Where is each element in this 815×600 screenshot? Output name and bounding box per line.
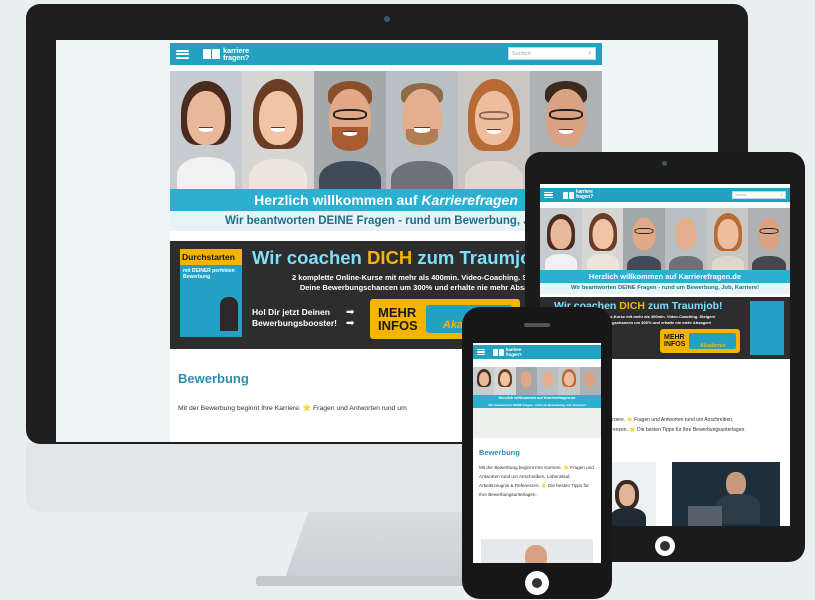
- tagline-text: Wir beantworten DEINE Fragen - rund um B…: [225, 215, 547, 227]
- hamburger-menu-icon[interactable]: [477, 349, 485, 355]
- headline-prefix: Wir coachen: [252, 247, 367, 268]
- monitor-stand: [283, 512, 491, 584]
- portrait-man-smiling: [386, 71, 458, 189]
- phone-site-header: karriere fragen?: [473, 345, 601, 359]
- person-thumbnail-icon: [220, 297, 238, 331]
- welcome-brand: Karrierefragen: [421, 192, 518, 208]
- book-logo-icon: [493, 348, 504, 356]
- button-line-2: INFOS: [378, 318, 418, 333]
- welcome-banner: Herzlich willkommen auf Karrierefragen.d…: [540, 270, 790, 283]
- logo-line-2: fragen?: [506, 352, 522, 357]
- tagline-banner: Wir beantworten DEINE Fragen - rund um B…: [473, 402, 601, 408]
- portrait-man-smiling: [536, 367, 559, 395]
- portrait-woman-glasses: [558, 367, 580, 395]
- booklet-subtitle: mit DEINER perfekten Bewerbung: [183, 268, 235, 280]
- portrait-man-glasses-beard: [314, 71, 386, 189]
- portrait-woman-2: [242, 71, 314, 189]
- welcome-prefix: Herzlich willkommen auf: [254, 192, 422, 208]
- tablet-camera: [662, 161, 667, 166]
- phone-home-button[interactable]: [525, 571, 549, 595]
- search-input[interactable]: Suchen ⌕: [732, 191, 786, 199]
- search-input[interactable]: Suchen ⌕: [508, 47, 596, 60]
- hero-portraits: [540, 208, 790, 270]
- section-title-bewerbung: Bewerbung: [479, 448, 520, 457]
- portrait-woman-2: [494, 367, 516, 395]
- headline-suffix: zum Traumjob!: [644, 300, 723, 312]
- phone-frame: karriere fragen? Herzlich willkommen auf…: [462, 307, 612, 599]
- portrait-woman-2: [581, 208, 624, 270]
- tablet-home-button[interactable]: [655, 536, 675, 556]
- portrait-woman-1: [170, 71, 242, 189]
- welcome-text: Herzlich willkommen auf Karrierefragen.d…: [588, 272, 742, 281]
- tagline-banner: Wir beantworten DEINE Fragen - rund um B…: [540, 283, 790, 294]
- booster-cta-text: Hol Dir jetzt Deinen Bewerbungsbooster!: [252, 307, 337, 329]
- headline-emphasis: DICH: [366, 247, 413, 268]
- portrait-man-glasses-beard: [515, 367, 537, 395]
- portrait-woman-glasses: [706, 208, 749, 270]
- portrait-man-glasses: [748, 208, 790, 270]
- tagline-text: Wir beantworten DEINE Fragen - rund um B…: [488, 403, 586, 407]
- logo-line-2: fragen?: [576, 194, 593, 200]
- mehr-infos-button[interactable]: MEHR INFOS Akademie: [660, 329, 740, 353]
- site-logo[interactable]: karriere fragen?: [203, 47, 249, 61]
- course-booklet-image: Durchstarten mit DEINER perfekten Bewerb…: [180, 249, 242, 337]
- site-logo[interactable]: karriere fragen?: [563, 190, 593, 200]
- tablet-site-header: karriere fragen? Suchen ⌕: [540, 188, 790, 202]
- book-logo-icon: [203, 49, 220, 59]
- site-header: karriere fragen? Suchen ⌕: [170, 43, 602, 65]
- article-image-man[interactable]: [481, 539, 593, 563]
- monitor-camera: [384, 16, 390, 22]
- search-icon[interactable]: ⌕: [588, 50, 592, 58]
- hamburger-menu-icon[interactable]: [176, 49, 189, 59]
- portrait-man-smiling: [665, 208, 707, 270]
- arrow-right-icon: ➡ ➡: [346, 307, 355, 329]
- logo-line-2: fragen?: [223, 53, 250, 62]
- article-image-man-laptop[interactable]: [672, 462, 780, 526]
- phone-screen: karriere fragen? Herzlich willkommen auf…: [473, 343, 601, 563]
- section-paragraph: Mit der Bewerbung beginnt Ihre Karriere.…: [479, 465, 594, 497]
- portrait-woman-1: [473, 367, 495, 395]
- site-logo[interactable]: karriere fragen?: [493, 347, 522, 357]
- course-booklet-image: [750, 301, 784, 355]
- hamburger-menu-icon[interactable]: [544, 192, 553, 198]
- phone-speaker: [524, 323, 550, 327]
- coaching-headline: Wir coachen DICH zum Traumjob!: [252, 247, 549, 269]
- tagline-text: Wir beantworten DEINE Fragen - rund um B…: [570, 285, 760, 291]
- booster-line-2: Bewerbungsbooster!: [252, 318, 338, 328]
- academy-label: Akademie: [699, 343, 726, 349]
- button-line-1: MEHR: [664, 334, 685, 341]
- search-icon[interactable]: ⌕: [780, 192, 783, 198]
- search-placeholder: Suchen: [735, 193, 747, 197]
- portrait-woman-1: [540, 208, 582, 270]
- desktop-side-background: [56, 40, 170, 442]
- booster-line-1: Hol Dir jetzt Deinen: [252, 307, 330, 317]
- book-logo-icon: [563, 191, 574, 199]
- headline-emphasis: DICH: [619, 300, 645, 312]
- coaching-banner-placeholder: [473, 408, 601, 438]
- search-placeholder: Suchen: [512, 50, 531, 57]
- portrait-woman-glasses: [458, 71, 530, 189]
- booklet-title: Durchstarten: [180, 249, 242, 265]
- portrait-man-glasses: [579, 367, 601, 395]
- button-line-2: INFOS: [664, 341, 686, 348]
- portrait-man-glasses-beard: [623, 208, 666, 270]
- welcome-text: Herzlich willkommen auf Karrierefragen.d…: [498, 396, 576, 400]
- hero-portraits: [473, 367, 601, 395]
- welcome-banner: Herzlich willkommen auf Karrierefragen.d…: [473, 395, 601, 402]
